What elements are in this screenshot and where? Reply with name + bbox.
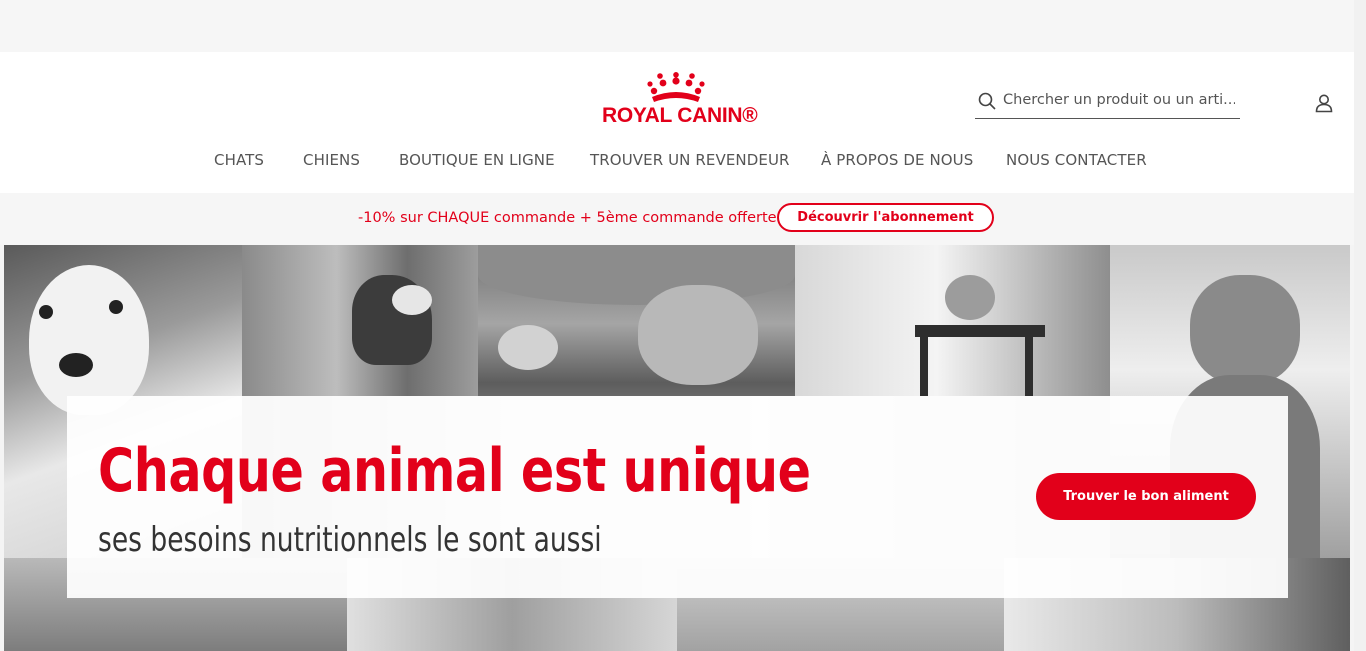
blanket-shape — [478, 245, 795, 305]
logo-wordmark: ROYAL CANIN® — [602, 104, 758, 127]
puppy-face — [29, 265, 149, 415]
husky-face — [392, 285, 432, 315]
nav-item-chiens[interactable]: CHIENS — [303, 151, 360, 169]
subscription-button[interactable]: Découvrir l'abonnement — [777, 203, 994, 232]
crown-icon — [647, 72, 705, 102]
search-input[interactable] — [1003, 88, 1235, 112]
user-account-icon[interactable] — [1314, 93, 1334, 113]
hero-subtitle: ses besoins nutritionnels le sont aussi — [98, 520, 602, 560]
chair-seat — [915, 325, 1045, 337]
puppy-eye-left — [39, 305, 53, 319]
hero-card: Chaque animal est unique ses besoins nut… — [67, 396, 1288, 598]
main-navigation: CHATS CHIENS BOUTIQUE EN LIGNE TROUVER U… — [0, 151, 1354, 175]
nav-item-contact[interactable]: NOUS CONTACTER — [1006, 151, 1147, 169]
hero-title: Chaque animal est unique — [98, 436, 811, 506]
nav-item-revendeur[interactable]: TROUVER UN REVENDEUR — [590, 151, 790, 169]
puppy-eye-right — [109, 300, 123, 314]
cat-paw — [498, 325, 558, 370]
puppy-nose — [59, 353, 93, 377]
bengal-cat-head — [1190, 275, 1300, 385]
cat-face — [638, 285, 758, 385]
search-icon[interactable] — [978, 92, 996, 110]
find-food-button[interactable]: Trouver le bon aliment — [1036, 473, 1256, 520]
nav-item-a-propos[interactable]: À PROPOS DE NOUS — [821, 151, 973, 169]
nav-item-boutique[interactable]: BOUTIQUE EN LIGNE — [399, 151, 555, 169]
search-box[interactable] — [975, 84, 1240, 119]
kitten-shape — [945, 275, 995, 320]
top-strip — [0, 0, 1354, 52]
nav-item-chats[interactable]: CHATS — [214, 151, 264, 169]
promo-banner: -10% sur CHAQUE commande + 5ème commande… — [0, 193, 1354, 245]
running-husky-photo — [242, 245, 478, 396]
royal-canin-logo[interactable]: ROYAL CANIN® — [600, 72, 758, 132]
site-header: ROYAL CANIN® CHATS CHIENS BOUTIQUE EN LI… — [0, 52, 1354, 194]
promo-text: -10% sur CHAQUE commande + 5ème commande… — [358, 210, 777, 226]
page-scrollbar[interactable] — [1354, 0, 1366, 651]
